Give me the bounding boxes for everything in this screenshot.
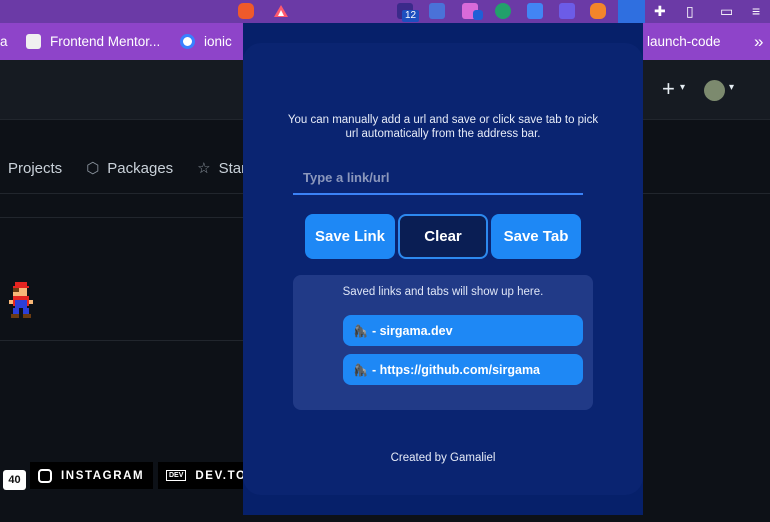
sidebar-icon[interactable]: ▯ xyxy=(686,2,694,20)
gorilla-icon: 🦍 xyxy=(353,323,368,338)
package-icon: ⬡ xyxy=(86,160,100,177)
saved-links-panel: Saved links and tabs will show up here. … xyxy=(293,275,593,410)
instagram-icon xyxy=(38,468,52,483)
puzzle-icon[interactable]: ✚ xyxy=(654,2,666,20)
tab-packages[interactable]: ⬡ Packages xyxy=(86,159,174,178)
plus-icon[interactable]: + xyxy=(662,76,675,102)
wallet-icon[interactable]: ▭ xyxy=(720,2,733,20)
divider xyxy=(0,217,243,218)
tab-label: Packages xyxy=(107,159,174,177)
instagram-badge[interactable]: INSTAGRAM xyxy=(30,462,153,489)
credit-text: Created by Gamaliel xyxy=(390,452,496,464)
star-icon: ☆ xyxy=(197,160,211,177)
ionic-icon xyxy=(180,34,195,49)
social-label: INSTAGRAM xyxy=(61,469,145,482)
extension-icon[interactable] xyxy=(559,3,575,19)
bookmark-label: Frontend Mentor... xyxy=(50,34,161,49)
link-saver-icon[interactable] xyxy=(618,0,645,23)
devto-badge[interactable]: DEV DEV.TO xyxy=(158,462,247,489)
menu-icon[interactable]: ≡ xyxy=(752,2,760,20)
frontend-mentor-icon xyxy=(26,34,41,49)
save-link-button[interactable]: Save Link xyxy=(305,214,395,259)
extension-icon[interactable] xyxy=(473,10,483,20)
bookmark-label: a xyxy=(0,34,8,49)
count-badge: 40 xyxy=(3,470,26,490)
bookmark-label: ionic xyxy=(204,34,232,49)
divider xyxy=(0,340,243,341)
link-input[interactable] xyxy=(293,161,583,195)
saved-link-text: - sirgama.dev xyxy=(371,323,453,338)
clear-button[interactable]: Clear xyxy=(398,214,488,259)
bookmark-launch-code[interactable]: launch-code xyxy=(647,23,721,60)
extension-icon[interactable] xyxy=(495,3,511,19)
intro-text: You can manually add a url and save or c… xyxy=(287,114,599,140)
chevron-down-icon[interactable]: ▾ xyxy=(729,82,734,93)
saved-hint: Saved links and tabs will show up here. xyxy=(342,286,544,298)
dev-icon: DEV xyxy=(166,470,187,481)
popup-card: You can manually add a url and save or c… xyxy=(243,43,643,495)
gorilla-icon: 🦍 xyxy=(353,362,368,377)
avatar[interactable] xyxy=(704,80,725,101)
saved-link-item[interactable]: 🦍 - https://github.com/sirgama xyxy=(343,354,583,385)
bookmarks-overflow-icon[interactable]: » xyxy=(754,23,763,60)
extension-badge: 12 xyxy=(402,10,420,22)
brave-rewards-icon[interactable] xyxy=(273,3,289,19)
bookmark-label: launch-code xyxy=(647,34,721,49)
bookmark-item[interactable]: a xyxy=(0,23,8,60)
metamask-icon[interactable] xyxy=(590,3,606,19)
profile-nav: Projects ⬡ Packages ☆ Stars xyxy=(0,148,278,188)
browser-toolbar: 12 ✚ ▯ ▭ ≡ xyxy=(0,0,770,23)
mario-sprite-icon xyxy=(9,282,33,318)
saved-link-item[interactable]: 🦍 - sirgama.dev xyxy=(343,315,583,346)
tab-projects[interactable]: Projects xyxy=(8,160,62,177)
extension-icon[interactable] xyxy=(429,3,445,19)
bookmark-ionic[interactable]: ionic xyxy=(180,23,232,60)
social-label: DEV.TO xyxy=(195,469,247,482)
chevron-down-icon[interactable]: ▾ xyxy=(680,82,685,93)
save-tab-button[interactable]: Save Tab xyxy=(491,214,581,259)
brave-icon[interactable] xyxy=(238,3,254,19)
tab-label: Projects xyxy=(8,159,63,177)
extension-popup: You can manually add a url and save or c… xyxy=(243,23,643,515)
bookmark-frontend-mentor[interactable]: Frontend Mentor... xyxy=(26,23,160,60)
translate-icon[interactable] xyxy=(527,3,543,19)
saved-link-text: - https://github.com/sirgama xyxy=(371,362,541,377)
